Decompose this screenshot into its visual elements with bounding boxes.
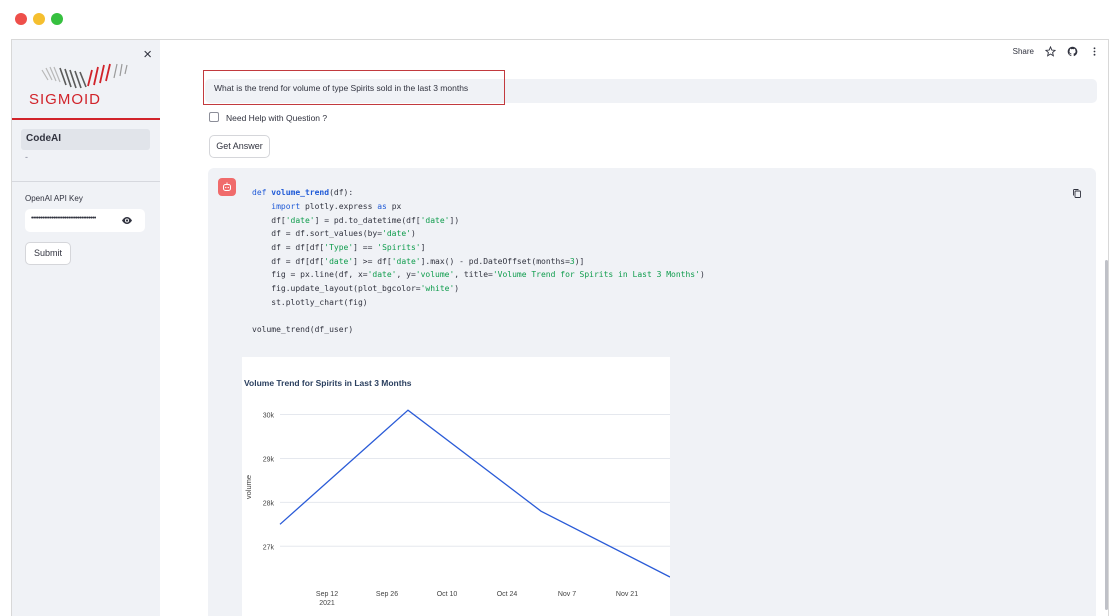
sidebar-sub-item: - [25, 152, 28, 162]
show-password-icon[interactable] [121, 216, 133, 225]
y-tick-label: 27k [263, 544, 275, 551]
plotly-chart[interactable]: Volume Trend for Spirits in Last 3 Month… [242, 357, 670, 616]
maximize-window-button[interactable] [51, 13, 63, 25]
x-tick-label: 2021 [319, 600, 335, 607]
scrollbar[interactable] [1105, 260, 1108, 610]
share-button[interactable]: Share [1013, 47, 1034, 56]
sidebar-item-codeai[interactable]: CodeAI [21, 129, 150, 150]
minimize-window-button[interactable] [33, 13, 45, 25]
code-line: st.plotly_chart(fig) [252, 298, 368, 307]
assistant-message: def volume_trend(df): import plotly.expr… [208, 168, 1096, 616]
help-checkbox-label[interactable]: Need Help with Question ? [226, 113, 327, 123]
x-tick-label: Oct 24 [497, 591, 518, 598]
code-line: fig = px.line(df, x='date', y='volume', … [252, 270, 705, 279]
logo-text: SIGMOID [29, 91, 102, 108]
github-icon[interactable] [1067, 46, 1078, 57]
code-line: df = df[df['date'] >= df['date'].max() -… [252, 257, 585, 266]
app-window: × SIGMOID CodeAI - OpenAI API Key ••••••… [11, 39, 1109, 616]
line-chart[interactable]: 27k 28k 29k 30k volume Sep 12 2021 Sep 26 Oct 10… [242, 357, 670, 616]
logo-divider [12, 118, 160, 120]
browser-frame: × SIGMOID CodeAI - OpenAI API Key ••••••… [0, 0, 1120, 616]
sidebar: × SIGMOID CodeAI - OpenAI API Key ••••••… [12, 40, 160, 616]
x-tick-label: Oct 10 [437, 591, 458, 598]
api-key-input[interactable]: ••••••••••••••••••••••••••••••••••• [25, 209, 145, 232]
code-line: volume_trend(df_user) [252, 325, 354, 334]
bot-icon [223, 182, 231, 191]
code-line: import plotly.express as px [271, 202, 402, 211]
help-checkbox[interactable] [209, 112, 219, 122]
window-controls [15, 13, 63, 25]
close-window-button[interactable] [15, 13, 27, 25]
main-content: Share What is the trend for volume of ty… [160, 40, 1108, 616]
star-icon[interactable] [1045, 46, 1056, 57]
series-line [279, 409, 670, 578]
code-line: df = df[df['Type'] == 'Spirits'] [252, 243, 426, 252]
y-tick-label: 30k [263, 413, 275, 420]
x-tick-label: Sep 26 [376, 591, 398, 598]
y-axis-title: volume [244, 475, 253, 499]
x-tick-label: Nov 21 [616, 591, 638, 598]
submit-button[interactable]: Submit [25, 242, 71, 265]
code-line: df = df.sort_values(by='date') [252, 229, 416, 238]
more-vertical-icon[interactable] [1089, 46, 1100, 57]
x-tick-label: Sep 12 [316, 591, 338, 598]
api-key-label: OpenAI API Key [25, 194, 83, 203]
code-block: def volume_trend(df): import plotly.expr… [242, 180, 1082, 350]
copy-icon[interactable] [1072, 188, 1082, 199]
code-line: fig.update_layout(plot_bgcolor='white') [252, 284, 460, 293]
y-tick-label: 29k [263, 456, 275, 463]
assistant-avatar [218, 178, 236, 196]
y-tick-label: 28k [263, 500, 275, 507]
code-line: df['date'] = pd.to_datetime(df['date']) [252, 216, 460, 225]
api-key-value: ••••••••••••••••••••••••••••••••••• [31, 215, 96, 222]
code-line: def volume_trend(df): [252, 188, 354, 197]
sidebar-divider [12, 181, 160, 182]
question-input-value: What is the trend for volume of type Spi… [214, 83, 469, 93]
x-tick-label: Nov 7 [558, 591, 576, 598]
get-answer-button[interactable]: Get Answer [209, 135, 270, 158]
header-toolbar: Share [1013, 46, 1100, 57]
